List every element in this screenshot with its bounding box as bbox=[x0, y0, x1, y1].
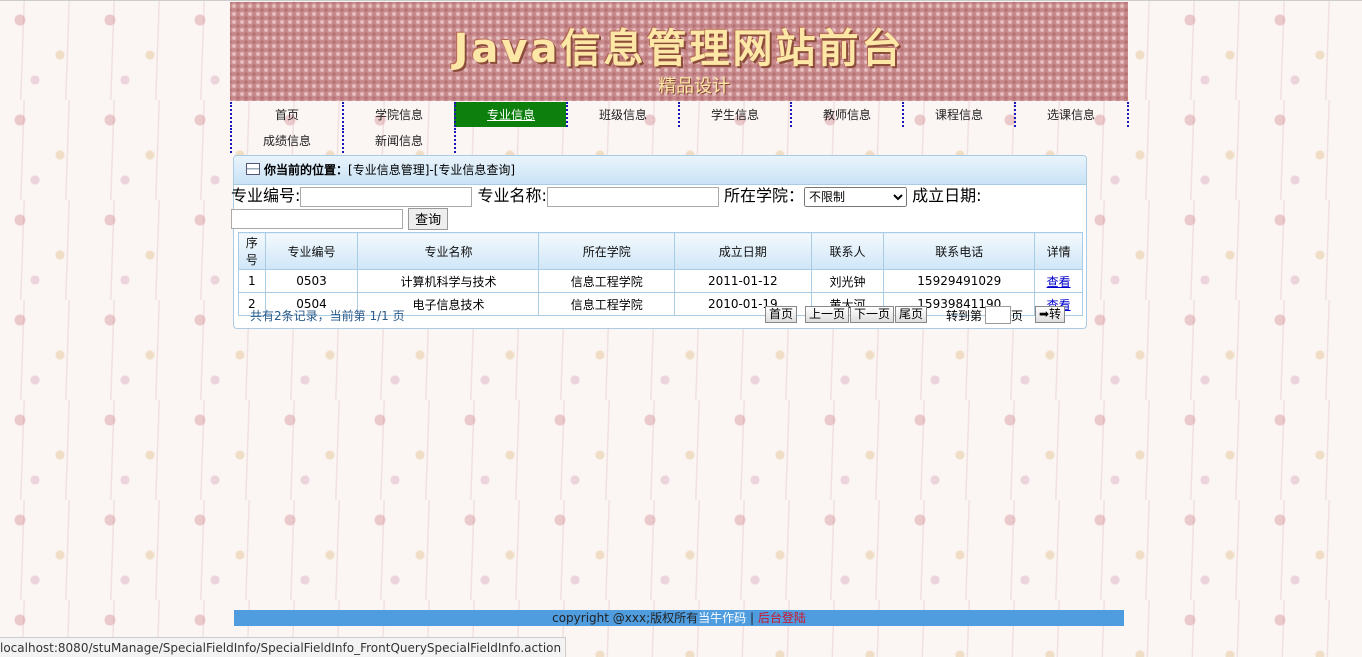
pager: 共有2条记录，当前第 1/1 页 首页 上一页 下一页 尾页 转到第 页 ➡转 bbox=[234, 304, 1084, 324]
author-link[interactable]: 当牛作码 bbox=[698, 611, 746, 625]
code-label: 专业编号: bbox=[231, 186, 301, 205]
col-header: 详情 bbox=[1034, 232, 1083, 270]
footer: copyright @xxx;版权所有当牛作码 | 后台登陆 bbox=[234, 610, 1124, 626]
specialty-code-input[interactable] bbox=[300, 186, 473, 207]
copyright-text: copyright @xxx;版权所有 bbox=[552, 611, 699, 625]
col-header: 专业编号 bbox=[264, 232, 359, 270]
prev-page-button[interactable]: 上一页 bbox=[805, 306, 850, 323]
go-button[interactable]: ➡转 bbox=[1035, 306, 1066, 323]
col-header: 序号 bbox=[238, 232, 266, 270]
col-header: 专业名称 bbox=[357, 232, 540, 270]
banner-title: Java信息管理网站前台 bbox=[453, 26, 905, 72]
cell-contact: 刘光钟 bbox=[810, 269, 885, 293]
nav-item-course[interactable]: 课程信息 bbox=[902, 102, 1014, 127]
goto-page-input[interactable] bbox=[985, 306, 1011, 324]
first-page-button[interactable]: 首页 bbox=[765, 306, 798, 323]
founded-date-input[interactable] bbox=[231, 208, 403, 229]
cell-index: 1 bbox=[238, 269, 266, 293]
cell-phone: 15929491029 bbox=[883, 269, 1036, 293]
col-header: 所在学院 bbox=[538, 232, 676, 270]
breadcrumb-path: [专业信息管理]-[专业信息查询] bbox=[348, 163, 516, 177]
footer-separator: | bbox=[749, 611, 755, 625]
top-rule bbox=[0, 0, 1362, 1]
browser-status-url: localhost:8080/stuManage/SpecialFieldInf… bbox=[0, 637, 567, 657]
list-icon bbox=[246, 163, 260, 175]
admin-login-link[interactable]: 后台登陆 bbox=[758, 611, 806, 625]
site-banner: Java信息管理网站前台 精品设计 bbox=[230, 2, 1128, 101]
search-form: 专业编号: 专业名称: 所在学院： 不限制 成立日期: 查询 bbox=[231, 185, 1131, 230]
goto-label: 转到第 bbox=[946, 309, 983, 323]
specialty-name-input[interactable] bbox=[546, 186, 719, 207]
view-detail-link[interactable]: 查看 bbox=[1047, 275, 1071, 289]
col-header: 联系人 bbox=[810, 232, 885, 270]
nav-item-home[interactable]: 首页 bbox=[230, 102, 342, 127]
nav-item-college[interactable]: 学院信息 bbox=[342, 102, 454, 127]
banner-subtitle: 精品设计 bbox=[658, 76, 730, 97]
cell-detail: 查看 bbox=[1034, 269, 1083, 293]
cell-code: 0503 bbox=[264, 269, 359, 293]
college-label: 所在学院： bbox=[724, 186, 805, 205]
college-select[interactable]: 不限制 bbox=[804, 186, 908, 207]
col-header: 联系电话 bbox=[883, 232, 1036, 270]
name-label: 专业名称: bbox=[477, 186, 547, 205]
table-header-row: 序号 专业编号 专业名称 所在学院 成立日期 联系人 联系电话 详情 bbox=[238, 232, 1083, 270]
pager-info: 共有2条记录，当前第 1/1 页 bbox=[250, 309, 405, 323]
nav-item-teacher[interactable]: 教师信息 bbox=[790, 102, 902, 127]
nav-divider bbox=[1127, 102, 1129, 127]
nav-item-course-select[interactable]: 选课信息 bbox=[1014, 102, 1126, 127]
nav-item-class[interactable]: 班级信息 bbox=[566, 102, 678, 127]
cell-date: 2011-01-12 bbox=[674, 269, 812, 293]
cell-college: 信息工程学院 bbox=[538, 269, 676, 293]
breadcrumb-label: 你当前的位置： bbox=[264, 163, 349, 177]
page-unit-label: 页 bbox=[1011, 309, 1024, 323]
table-row: 1 0503 计算机科学与技术 信息工程学院 2011-01-12 刘光钟 15… bbox=[238, 269, 1083, 293]
nav-item-news[interactable]: 新闻信息 bbox=[342, 128, 454, 153]
nav-divider bbox=[454, 128, 456, 153]
next-page-button[interactable]: 下一页 bbox=[850, 306, 895, 323]
breadcrumb: 你当前的位置：[专业信息管理]-[专业信息查询] bbox=[234, 156, 1086, 185]
nav-item-specialty[interactable]: 专业信息 bbox=[454, 102, 566, 127]
last-page-button[interactable]: 尾页 bbox=[895, 306, 928, 323]
col-header: 成立日期 bbox=[674, 232, 812, 270]
nav-item-score[interactable]: 成绩信息 bbox=[230, 128, 342, 153]
cell-name: 计算机科学与技术 bbox=[357, 269, 540, 293]
date-label: 成立日期: bbox=[912, 186, 982, 205]
query-button[interactable]: 查询 bbox=[408, 207, 449, 230]
nav-item-student[interactable]: 学生信息 bbox=[678, 102, 790, 127]
